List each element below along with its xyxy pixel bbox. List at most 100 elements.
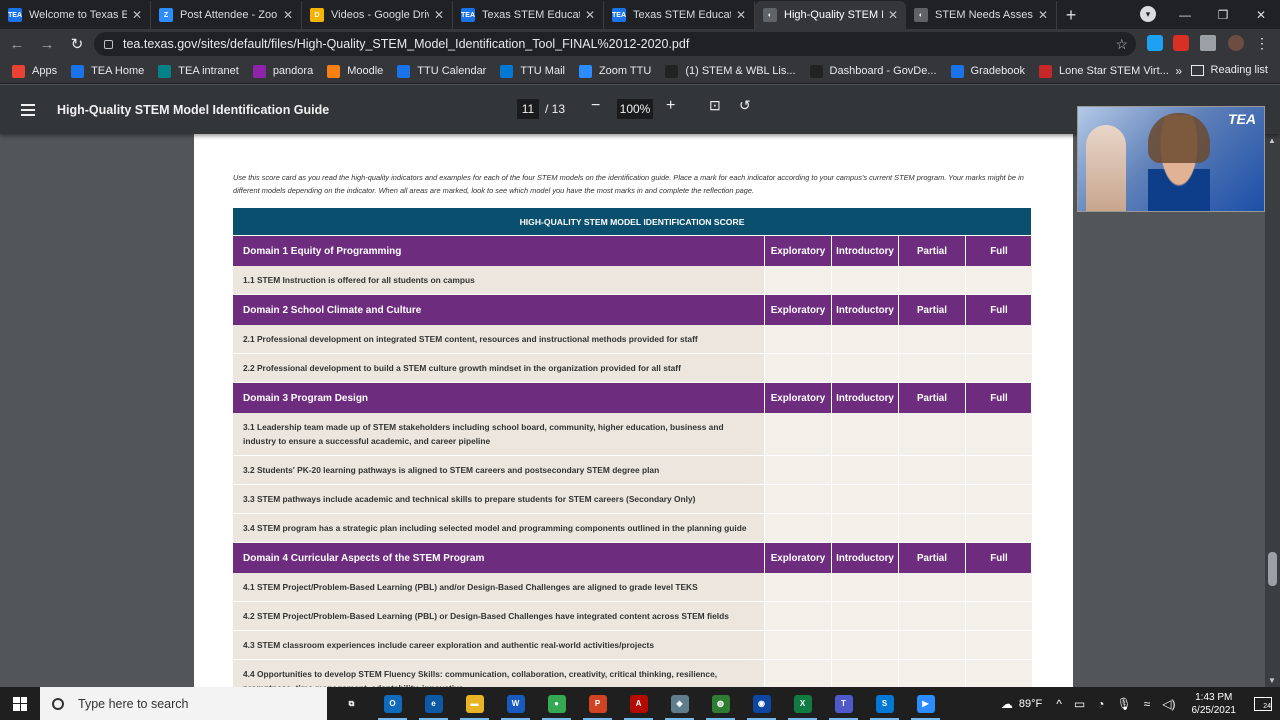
tab-close-icon[interactable]: ✕	[888, 8, 898, 22]
score-cell[interactable]	[764, 413, 831, 455]
score-cell[interactable]	[764, 325, 831, 353]
back-icon[interactable]: ←	[4, 31, 30, 57]
score-cell[interactable]	[898, 266, 965, 294]
reload-icon[interactable]: ↻	[64, 31, 90, 57]
weather-temp[interactable]: 89°F	[1019, 698, 1042, 710]
notifications-button[interactable]: 24	[1246, 687, 1280, 720]
bookmark-3[interactable]: pandora	[252, 64, 313, 78]
chrome-menu-icon[interactable]: ⋮	[1254, 35, 1270, 51]
tab-search-icon[interactable]: ▾	[1140, 6, 1156, 22]
score-cell[interactable]	[965, 660, 1032, 687]
score-cell[interactable]	[831, 514, 898, 542]
score-cell[interactable]	[965, 631, 1032, 659]
taskbar-app-skype-app[interactable]: S	[864, 687, 905, 720]
taskbar-app-excel[interactable]: X	[782, 687, 823, 720]
taskbar-app-file-explorer[interactable]: ▬	[454, 687, 495, 720]
wifi-icon[interactable]: ≈	[1144, 697, 1151, 711]
score-cell[interactable]	[831, 573, 898, 601]
score-cell[interactable]	[764, 573, 831, 601]
battery-icon[interactable]: ▭	[1074, 697, 1085, 711]
volume-icon[interactable]: ◁)	[1162, 697, 1175, 711]
bookmark-4[interactable]: Moodle	[327, 64, 383, 78]
bookmark-6[interactable]: TTU Mail	[500, 64, 565, 78]
bookmark-star-icon[interactable]: ☆	[1115, 36, 1128, 53]
score-cell[interactable]	[965, 325, 1032, 353]
score-cell[interactable]	[764, 485, 831, 513]
taskbar-app-globe-app[interactable]: ◍	[700, 687, 741, 720]
network-icon[interactable]: ◔	[1097, 697, 1104, 711]
taskbar-app-app-misc[interactable]: ◆	[659, 687, 700, 720]
score-cell[interactable]	[898, 602, 965, 630]
reading-list-button[interactable]: Reading list	[1190, 64, 1268, 76]
taskbar-app-teams[interactable]: T	[823, 687, 864, 720]
score-cell[interactable]	[898, 631, 965, 659]
taskbar-app-chrome[interactable]: ●	[536, 687, 577, 720]
score-cell[interactable]	[831, 660, 898, 687]
taskbar-app-word[interactable]: W	[495, 687, 536, 720]
score-cell[interactable]	[898, 573, 965, 601]
score-cell[interactable]	[764, 602, 831, 630]
vertical-scrollbar[interactable]: ▲ ▼	[1265, 134, 1280, 687]
bookmark-11[interactable]: Lone Star STEM Virt...	[1038, 64, 1169, 78]
taskbar-app-zoom[interactable]: ▶	[905, 687, 946, 720]
browser-tab-2[interactable]: D Videos - Google Drive ✕	[302, 1, 453, 29]
browser-tab-1[interactable]: Z Post Attendee - Zoom ✕	[151, 1, 302, 29]
extensions-puzzle-icon[interactable]	[1200, 35, 1216, 51]
address-bar[interactable]: tea.texas.gov/sites/default/files/High-Q…	[94, 32, 1136, 56]
clock[interactable]: 1:43 PM 6/25/2021	[1192, 691, 1237, 717]
bookmark-5[interactable]: TTU Calendar	[397, 64, 486, 78]
taskbar-app-acrobat[interactable]: A	[618, 687, 659, 720]
taskbar-app-edge[interactable]: e	[413, 687, 454, 720]
score-cell[interactable]	[898, 456, 965, 484]
taskbar-app-outlook[interactable]: O	[372, 687, 413, 720]
tab-close-icon[interactable]: ✕	[585, 8, 595, 22]
minimize-icon[interactable]: —	[1166, 0, 1204, 29]
start-button[interactable]	[0, 687, 40, 720]
tab-close-icon[interactable]: ✕	[1038, 8, 1048, 22]
bookmark-2[interactable]: TEA intranet	[158, 64, 239, 78]
score-cell[interactable]	[764, 354, 831, 382]
weather-icon[interactable]: ☁	[1001, 697, 1013, 711]
taskbar-app-task-view[interactable]: ⧉	[331, 687, 372, 720]
zoom-out-icon[interactable]: −	[591, 97, 600, 115]
taskbar-search[interactable]: Type here to search	[40, 687, 327, 720]
maximize-icon[interactable]: ❐	[1204, 0, 1242, 29]
score-cell[interactable]	[831, 456, 898, 484]
zoom-input[interactable]: 100%	[617, 99, 653, 119]
tray-overflow-icon[interactable]: ^	[1056, 697, 1062, 711]
page-number-input[interactable]: 11	[517, 99, 539, 119]
score-cell[interactable]	[764, 456, 831, 484]
score-cell[interactable]	[898, 325, 965, 353]
microphone-icon[interactable]: 🎙	[1116, 697, 1131, 711]
score-cell[interactable]	[965, 354, 1032, 382]
score-cell[interactable]	[764, 266, 831, 294]
score-cell[interactable]	[965, 266, 1032, 294]
score-cell[interactable]	[898, 354, 965, 382]
score-cell[interactable]	[764, 660, 831, 687]
bookmark-10[interactable]: Gradebook	[950, 64, 1025, 78]
scroll-thumb[interactable]	[1268, 552, 1277, 586]
profile-avatar[interactable]	[1228, 35, 1244, 51]
score-cell[interactable]	[831, 325, 898, 353]
rotate-icon[interactable]: ↺	[739, 97, 751, 114]
taskbar-app-powerpoint[interactable]: P	[577, 687, 618, 720]
scroll-down-icon[interactable]: ▼	[1268, 676, 1276, 685]
tab-close-icon[interactable]: ✕	[434, 8, 444, 22]
score-cell[interactable]	[831, 266, 898, 294]
bookmark-1[interactable]: TEA Home	[71, 64, 144, 78]
bookmarks-overflow-icon[interactable]: »	[1175, 64, 1182, 78]
tab-close-icon[interactable]: ✕	[283, 8, 293, 22]
score-cell[interactable]	[831, 413, 898, 455]
score-cell[interactable]	[965, 602, 1032, 630]
tab-close-icon[interactable]: ✕	[132, 8, 142, 22]
new-tab-button[interactable]: +	[1057, 1, 1085, 29]
score-cell[interactable]	[965, 573, 1032, 601]
score-cell[interactable]	[965, 456, 1032, 484]
bookmark-8[interactable]: (1) STEM & WBL Lis...	[665, 64, 796, 78]
fit-page-icon[interactable]: ⊡	[709, 97, 721, 114]
url-text[interactable]: tea.texas.gov/sites/default/files/High-Q…	[123, 37, 689, 51]
browser-tab-0[interactable]: TEA Welcome to Texas Edu ✕	[0, 1, 151, 29]
score-cell[interactable]	[831, 602, 898, 630]
extension-twitter-icon[interactable]	[1147, 35, 1163, 51]
score-cell[interactable]	[764, 631, 831, 659]
